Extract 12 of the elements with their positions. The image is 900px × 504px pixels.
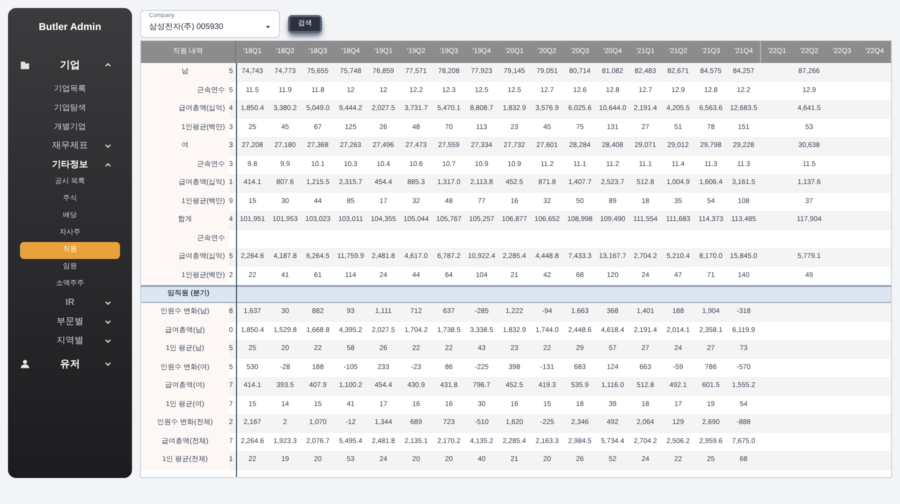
menu-folder[interactable]: 재무제표 [8, 136, 132, 155]
menu-folder[interactable]: 부문별 [8, 312, 132, 331]
menu-item[interactable]: 기업목록 [20, 79, 120, 98]
menu-folder[interactable]: 지역별 [8, 331, 132, 350]
menu-group[interactable]: 기업 [8, 55, 132, 75]
menu-folder[interactable]: 기타정보 [8, 155, 132, 174]
menu-item[interactable]: 개별기업 [20, 117, 120, 136]
app-title: Butler Admin [38, 21, 102, 35]
menu-item[interactable]: 기업탐색 [20, 98, 120, 117]
menu-group[interactable]: 유저 [8, 354, 132, 374]
menu-folder[interactable]: IR [8, 293, 132, 312]
selected-value: 삼성전자(주) 005930 [149, 21, 224, 33]
